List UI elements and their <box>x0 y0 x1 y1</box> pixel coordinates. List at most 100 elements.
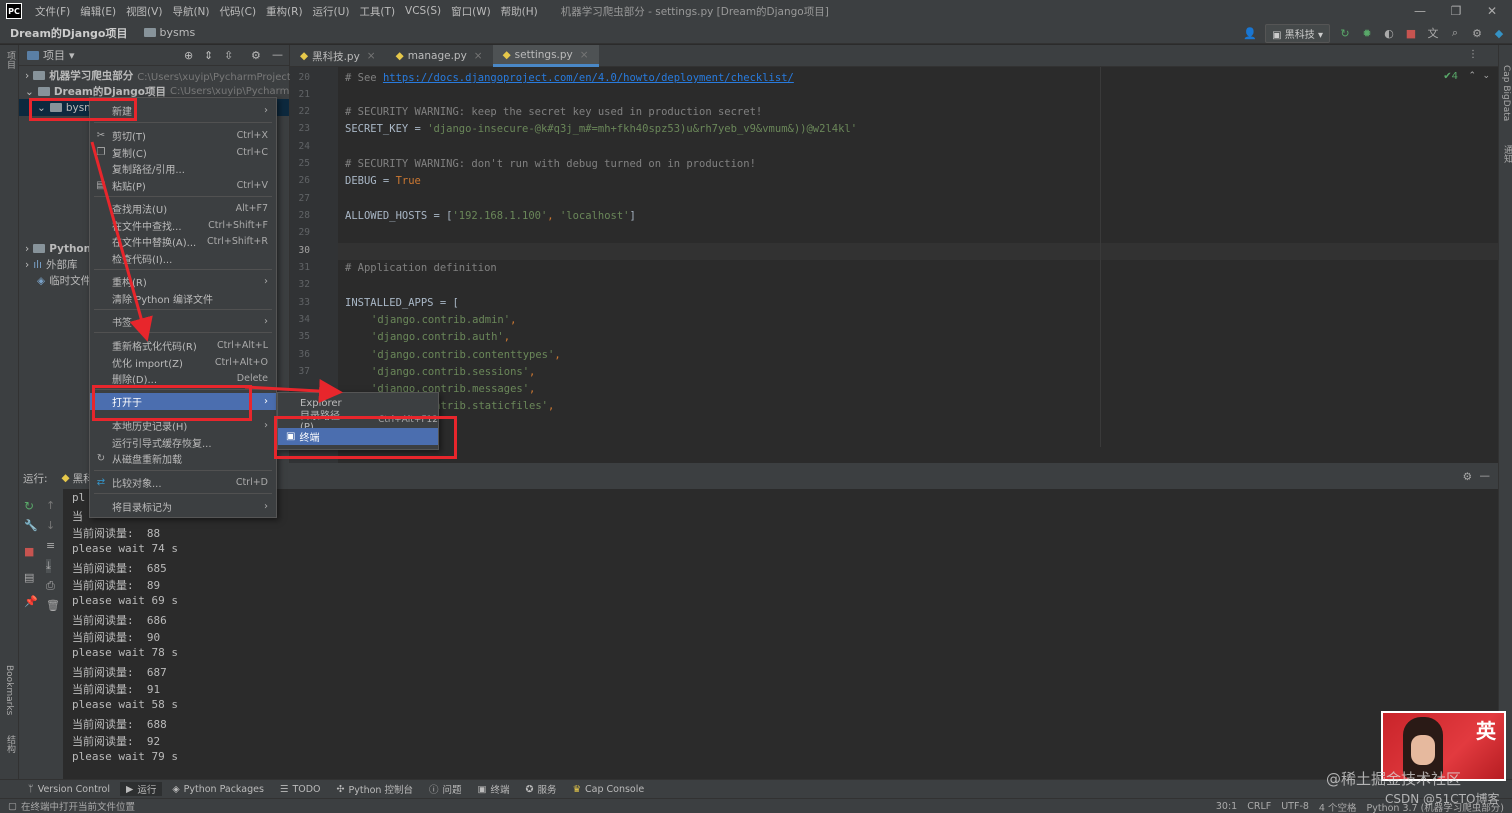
soft-wrap-icon[interactable]: ≡ <box>46 539 55 552</box>
bookmarks-tool-label[interactable]: Bookmarks <box>4 665 14 715</box>
notifications-tool-label[interactable]: 通知 <box>1501 145 1512 163</box>
breadcrumb-folder[interactable]: bysms <box>160 26 196 39</box>
rerun-icon[interactable]: ↻ <box>24 499 34 513</box>
tool-cap-console[interactable]: ♛ Cap Console <box>566 784 650 795</box>
menu-help[interactable]: 帮助(H) <box>496 4 543 19</box>
menu-run[interactable]: 运行(U) <box>308 4 355 19</box>
chevron-down-icon[interactable]: ⌄ <box>1482 71 1490 81</box>
breadcrumb-project[interactable]: Dream的Django项目 <box>10 25 128 41</box>
translate-icon[interactable]: 文 <box>1426 26 1440 40</box>
tool-problems[interactable]: ⓘ 问题 <box>423 782 468 796</box>
menu-navigate[interactable]: 导航(N) <box>167 4 214 19</box>
gear-icon[interactable]: ⚙ <box>1470 26 1484 40</box>
user-icon[interactable]: 👤 <box>1243 26 1257 40</box>
file-encoding[interactable]: UTF-8 <box>1281 801 1309 812</box>
menu-item-clean-python[interactable]: 清除 Python 编译文件 <box>90 290 276 307</box>
chevron-down-icon[interactable]: ▾ <box>69 49 75 62</box>
chevron-right-icon[interactable]: › <box>25 70 29 82</box>
tool-terminal[interactable]: ▣ 终端 <box>471 782 515 797</box>
minimize-button[interactable]: — <box>1402 0 1438 22</box>
tool-version-control[interactable]: ᛘ Version Control <box>22 784 116 795</box>
bigdata-tool-label[interactable]: Cap BigData <box>1501 65 1511 121</box>
close-icon[interactable]: × <box>367 50 376 62</box>
tree-row-python[interactable]: › Python <box>25 240 91 257</box>
close-icon[interactable]: × <box>474 50 483 62</box>
menu-item-copy[interactable]: ❐ 复制(C) Ctrl+C <box>90 144 276 161</box>
tree-row-scratches[interactable]: ◈ 临时文件 <box>37 272 91 289</box>
menu-tools[interactable]: 工具(T) <box>354 4 400 19</box>
project-panel-title[interactable]: 项目 <box>43 47 65 63</box>
stop-icon[interactable]: ■ <box>1404 26 1418 40</box>
hide-panel-icon[interactable]: — <box>272 48 283 61</box>
menu-item-reformat[interactable]: 重新格式化代码(R) Ctrl+Alt+L <box>90 337 276 354</box>
menu-item-bookmarks[interactable]: 书签 › <box>90 313 276 330</box>
indent-setting[interactable]: 4 个空格 <box>1319 800 1357 813</box>
tree-row-external-libs[interactable]: › ılı 外部库 <box>25 256 77 273</box>
tool-python-console[interactable]: ✣ Python 控制台 <box>331 782 419 797</box>
menu-item-copy-path[interactable]: 复制路径/引用... <box>90 160 276 177</box>
menu-item-restore-cache[interactable]: 运行引导式缓存恢复... <box>90 434 276 451</box>
close-icon[interactable]: × <box>580 49 589 61</box>
menu-item-mark-directory[interactable]: 将目录标记为 › <box>90 498 276 515</box>
scroll-to-end-icon[interactable]: ⤓ <box>46 559 51 573</box>
restore-button[interactable]: ❐ <box>1438 0 1474 22</box>
rerun-icon[interactable]: ↻ <box>1338 26 1352 40</box>
menu-item-find-usages[interactable]: 查找用法(U) Alt+F7 <box>90 200 276 217</box>
menu-code[interactable]: 代码(C) <box>215 4 262 19</box>
gear-icon[interactable]: ⚙ <box>1463 471 1472 483</box>
tab-heikeji[interactable]: ◆ 黑科技.py × <box>290 45 386 67</box>
menu-file[interactable]: 文件(F) <box>30 4 75 19</box>
menu-item-cut[interactable]: ✂ 剪切(T) Ctrl+X <box>90 127 276 144</box>
chevron-up-icon[interactable]: ⌃ <box>1468 71 1476 81</box>
hide-panel-icon[interactable]: — <box>1480 470 1491 482</box>
menu-vcs[interactable]: VCS(S) <box>400 5 446 17</box>
close-window-button[interactable]: ✕ <box>1474 0 1510 22</box>
wrench-icon[interactable]: 🔧 <box>24 519 38 532</box>
tree-row-ml-project[interactable]: › 机器学习爬虫部分 C:\Users\xuyip\PycharmProject… <box>25 67 309 84</box>
structure-tool-label[interactable]: 结构 <box>4 735 17 753</box>
menu-item-replace-in-files[interactable]: 在文件中替换(A)... Ctrl+Shift+R <box>90 233 276 250</box>
chevron-right-icon[interactable]: › <box>25 243 29 255</box>
menu-item-find-in-files[interactable]: 在文件中查找... Ctrl+Shift+F <box>90 217 276 234</box>
pin-icon[interactable]: 📌 <box>24 595 38 608</box>
collapse-all-icon[interactable]: ⇳ <box>224 49 233 62</box>
tool-python-packages[interactable]: ◈ Python Packages <box>166 784 270 795</box>
trash-icon[interactable]: 🗑 <box>46 599 60 612</box>
layout-icon[interactable]: ▤ <box>24 571 34 584</box>
print-icon[interactable]: ⎙ <box>46 579 55 593</box>
menu-item-paste[interactable]: ▤ 粘贴(P) Ctrl+V <box>90 177 276 194</box>
locate-icon[interactable]: ⊕ <box>184 49 193 62</box>
tool-run[interactable]: ▶ 运行 <box>120 782 163 796</box>
line-separator[interactable]: CRLF <box>1247 801 1271 812</box>
menu-item-inspect[interactable]: 检查代码(I)... <box>90 250 276 267</box>
coverage-icon[interactable]: ◐ <box>1382 26 1396 40</box>
tool-todo[interactable]: ☰ TODO <box>274 784 327 795</box>
menu-item-optimize-imports[interactable]: 优化 import(Z) Ctrl+Alt+O <box>90 354 276 371</box>
chevron-right-icon[interactable]: › <box>25 259 29 271</box>
debug-icon[interactable]: ✹ <box>1360 26 1374 40</box>
tab-settings[interactable]: ◆ settings.py × <box>492 45 599 67</box>
menu-refactor[interactable]: 重构(R) <box>261 4 308 19</box>
expand-all-icon[interactable]: ⇕ <box>204 49 213 62</box>
docs-link[interactable]: https://docs.djangoproject.com/en/4.0/ho… <box>383 72 794 84</box>
search-icon[interactable]: ⌕ <box>1448 26 1462 40</box>
menu-window[interactable]: 窗口(W) <box>446 4 496 19</box>
chevron-down-icon[interactable]: ⌄ <box>25 86 34 98</box>
project-tool-label[interactable]: 项目 <box>4 51 17 69</box>
arrow-up-icon[interactable]: ↑ <box>46 499 55 512</box>
tab-manage[interactable]: ◆ manage.py × <box>386 45 493 67</box>
menu-item-refactor[interactable]: 重构(R) › <box>90 273 276 290</box>
tool-services[interactable]: ✪ 服务 <box>519 782 562 797</box>
settings-gear-icon[interactable]: ⚙ <box>251 49 261 62</box>
menu-edit[interactable]: 编辑(E) <box>75 4 121 19</box>
menu-view[interactable]: 视图(V) <box>121 4 167 19</box>
inspection-status[interactable]: ✔4 <box>1443 71 1458 82</box>
arrow-down-icon[interactable]: ↓ <box>46 519 55 532</box>
code-editor[interactable]: # See https://docs.djangoproject.com/en/… <box>338 67 1498 463</box>
run-config-selector[interactable]: ▣ 黑科技 ▾ <box>1265 23 1330 43</box>
menu-item-reload[interactable]: ↻ 从磁盘重新加载 <box>90 450 276 467</box>
menu-item-compare[interactable]: ⇄ 比较对象... Ctrl+D <box>90 474 276 491</box>
toolbox-icon[interactable]: ◆ <box>1492 26 1506 40</box>
stop-icon[interactable]: ■ <box>24 545 34 558</box>
caret-position[interactable]: 30:1 <box>1216 801 1237 812</box>
